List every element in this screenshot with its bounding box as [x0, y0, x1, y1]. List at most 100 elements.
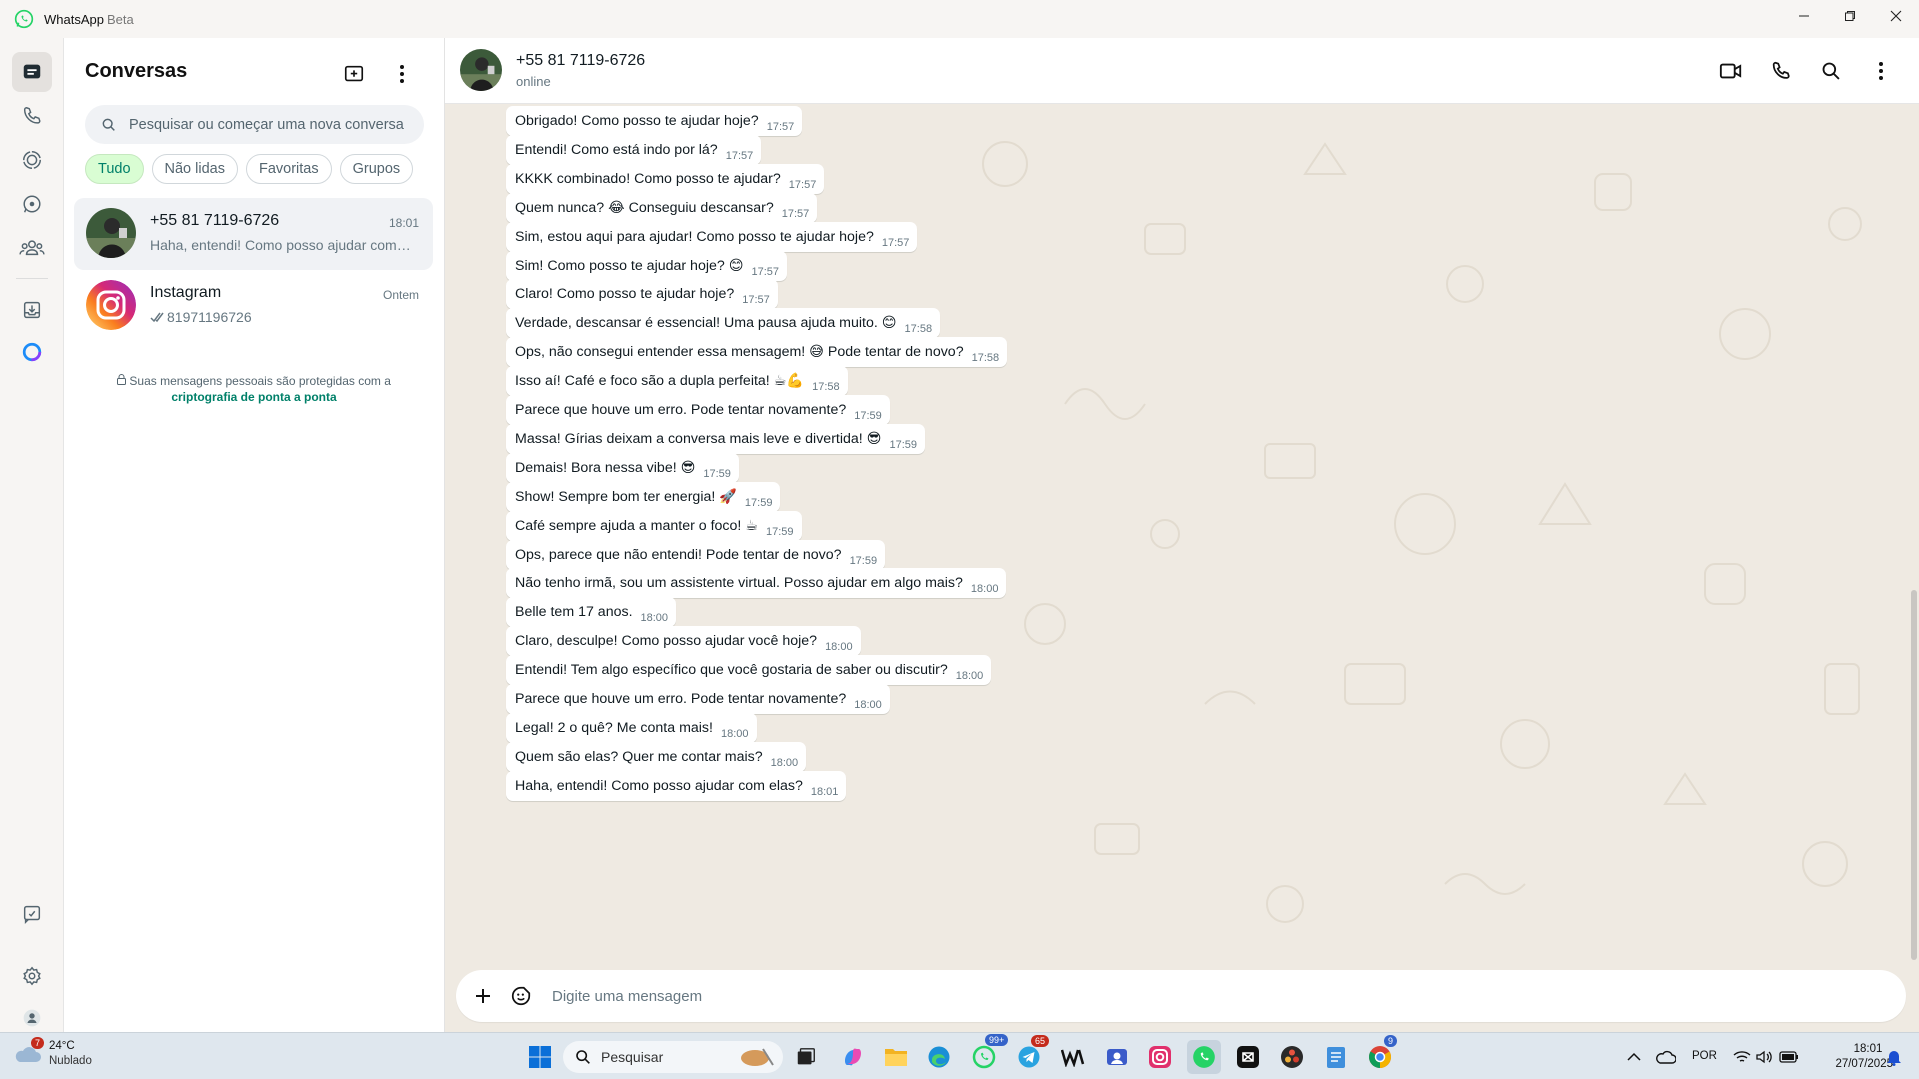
- taskbar-instagram[interactable]: [1143, 1040, 1177, 1074]
- emoji-button[interactable]: [502, 977, 540, 1015]
- message-bubble[interactable]: Massa! Gírias deixam a conversa mais lev…: [506, 423, 925, 454]
- message-time: 17:59: [889, 438, 917, 451]
- close-button[interactable]: [1873, 0, 1919, 32]
- rail-meta-ai-button[interactable]: [12, 332, 52, 372]
- message-bubble[interactable]: Obrigado! Como posso te ajudar hoje? 17:5…: [506, 106, 803, 136]
- message-bubble[interactable]: Claro, desculpe! Como posso ajudar você …: [506, 626, 861, 657]
- attach-button[interactable]: [464, 977, 502, 1015]
- chat-list-menu-button[interactable]: [386, 58, 418, 90]
- taskbar-word-app[interactable]: [1056, 1040, 1090, 1074]
- message-bubble[interactable]: Sim! Como posso te ajudar hoje? 😊 17:57: [506, 250, 788, 281]
- voice-call-button[interactable]: [1764, 54, 1798, 88]
- message-bubble[interactable]: Café sempre ajuda a manter o foco! ☕ 17:5…: [506, 510, 802, 541]
- taskbar-davinci[interactable]: [1275, 1040, 1309, 1074]
- message-bubble[interactable]: KKKK combinado! Como posso te ajudar? 17:…: [506, 163, 825, 194]
- input-language[interactable]: POR: [1692, 1050, 1717, 1062]
- message-text: Isso aí! Café e foco são a dupla perfeit…: [515, 373, 805, 390]
- taskbar-file-explorer[interactable]: [879, 1040, 913, 1074]
- message-time: 18:00: [640, 612, 669, 625]
- message-bubble[interactable]: Show! Sempre bom ter energia! 🚀 17:59: [506, 481, 781, 512]
- message-bubble[interactable]: Belle tem 17 anos. 18:00: [506, 597, 677, 628]
- chat-search-box[interactable]: [85, 105, 424, 144]
- message-bubble[interactable]: Ops, parece que não entendi! Pode tentar…: [506, 539, 886, 570]
- tray-onedrive[interactable]: [1649, 1040, 1683, 1074]
- taskbar-app-people[interactable]: [1100, 1040, 1134, 1074]
- rail-communities-button[interactable]: [12, 228, 52, 268]
- taskbar-telegram[interactable]: 65: [1012, 1035, 1050, 1074]
- message-bubble[interactable]: Ops, não consegui entender essa mensagem…: [506, 337, 1008, 368]
- chat-list-item[interactable]: Instagram Ontem 81971196726: [74, 270, 433, 342]
- filter-all-chip[interactable]: Tudo: [85, 154, 144, 184]
- whatsapp-logo-icon: [14, 9, 34, 29]
- message-bubble[interactable]: Verdade, descansar é essencial! Uma paus…: [506, 308, 941, 339]
- rail-channels-button[interactable]: [12, 184, 52, 224]
- taskbar-whatsapp[interactable]: 99+: [967, 1034, 1009, 1074]
- filter-groups-chip[interactable]: Grupos: [339, 154, 414, 184]
- chat-preview: 81971196726: [167, 309, 252, 325]
- message-time: 18:00: [970, 583, 999, 596]
- conversation-search-button[interactable]: [1814, 54, 1848, 88]
- message-area[interactable]: Obrigado! Como posso te ajudar hoje? 17:5…: [445, 104, 1919, 968]
- taskbar-capcut[interactable]: [1231, 1040, 1265, 1074]
- taskbar-task-view[interactable]: [789, 1040, 823, 1074]
- composer-box[interactable]: [456, 970, 1906, 1022]
- encryption-note-text: Suas mensagens pessoais são protegidas c…: [129, 374, 391, 388]
- taskbar-whatsapp-active[interactable]: [1187, 1040, 1221, 1074]
- channels-icon: [23, 195, 41, 213]
- restore-icon: [1845, 11, 1855, 21]
- message-bubble[interactable]: Entendi! Tem algo específico que você go…: [506, 655, 992, 686]
- filter-unread-chip[interactable]: Não lidas: [151, 154, 238, 184]
- new-chat-button[interactable]: [338, 58, 370, 90]
- message-bubble[interactable]: Demais! Bora nessa vibe! 😎 17:59: [506, 452, 739, 483]
- message-scrollbar[interactable]: [1911, 590, 1917, 960]
- message-bubble[interactable]: Claro! Como posso te ajudar hoje? 17:57: [506, 279, 778, 310]
- rail-chats-button[interactable]: [12, 52, 52, 92]
- rail-settings-button[interactable]: [12, 956, 52, 996]
- taskbar-search-label: Pesquisar: [601, 1049, 664, 1065]
- video-call-button[interactable]: [1714, 54, 1748, 88]
- minimize-button[interactable]: [1781, 0, 1827, 32]
- restore-button[interactable]: [1827, 0, 1873, 32]
- message-bubble[interactable]: Parece que houve um erro. Pode tentar no…: [506, 684, 890, 714]
- message-bubble[interactable]: Quem nunca? 😂 Conseguiu descansar? 17:57: [506, 192, 818, 223]
- copilot-icon: [845, 1048, 861, 1066]
- communities-icon: [19, 240, 45, 256]
- capcut-icon: [1237, 1046, 1259, 1068]
- message-bubble[interactable]: Entendi! Como está indo por lá? 17:57: [506, 134, 762, 165]
- taskbar-copilot[interactable]: [836, 1040, 870, 1074]
- notifications-button[interactable]: [1877, 1040, 1911, 1074]
- message-bubble[interactable]: Legal! 2 o quê? Me conta mais! 18:00: [506, 712, 757, 743]
- windows-taskbar: 7 24°C Nublado Pesquisar 99+ 65 9 POR 18…: [0, 1032, 1919, 1079]
- tray-battery[interactable]: [1772, 1040, 1806, 1074]
- message-bubble[interactable]: Isso aí! Café e foco são a dupla perfeit…: [506, 366, 848, 397]
- conversation-header[interactable]: +55 81 7119-6726 online: [445, 38, 1919, 104]
- rail-archived-button[interactable]: [12, 290, 52, 330]
- taskbar-edge[interactable]: [922, 1040, 956, 1074]
- rail-calls-button[interactable]: [12, 96, 52, 136]
- message-bubble[interactable]: Não tenho irmã, sou um assistente virtua…: [506, 568, 1007, 599]
- tray-overflow-button[interactable]: [1617, 1040, 1651, 1074]
- rail-starred-button[interactable]: [12, 894, 52, 934]
- taskbar-search[interactable]: Pesquisar: [563, 1041, 783, 1073]
- taskbar-notepad[interactable]: [1319, 1040, 1353, 1074]
- conversation-avatar[interactable]: [460, 49, 502, 91]
- message-text: Sim! Como posso te ajudar hoje? 😊: [515, 257, 744, 274]
- search-icon: [576, 1050, 590, 1064]
- chat-list-item[interactable]: +55 81 7119-6726 18:01 Haha, entendi! Co…: [74, 198, 433, 270]
- plus-icon: [476, 989, 490, 1003]
- start-button[interactable]: [523, 1040, 557, 1074]
- message-bubble[interactable]: Sim, estou aqui para ajudar! Como posso …: [506, 221, 918, 252]
- message-time: 17:59: [744, 496, 773, 509]
- message-bubble[interactable]: Haha, entendi! Como posso ajudar com ela…: [506, 770, 847, 801]
- chat-search-input[interactable]: [129, 116, 419, 133]
- rail-status-button[interactable]: [12, 140, 52, 180]
- message-input[interactable]: [552, 987, 1852, 1005]
- taskbar-chrome[interactable]: 9: [1363, 1035, 1398, 1074]
- filter-favorites-chip[interactable]: Favoritas: [245, 154, 332, 184]
- message-bubble[interactable]: Quem são elas? Quer me contar mais? 18:00: [506, 741, 807, 772]
- message-bubble[interactable]: Parece que houve um erro. Pode tentar no…: [506, 395, 890, 425]
- conversation-menu-button[interactable]: [1864, 54, 1898, 88]
- encryption-link[interactable]: criptografia de ponta a ponta: [171, 390, 336, 404]
- rail-divider: [16, 278, 48, 279]
- weather-widget[interactable]: 7 24°C Nublado: [14, 1037, 92, 1069]
